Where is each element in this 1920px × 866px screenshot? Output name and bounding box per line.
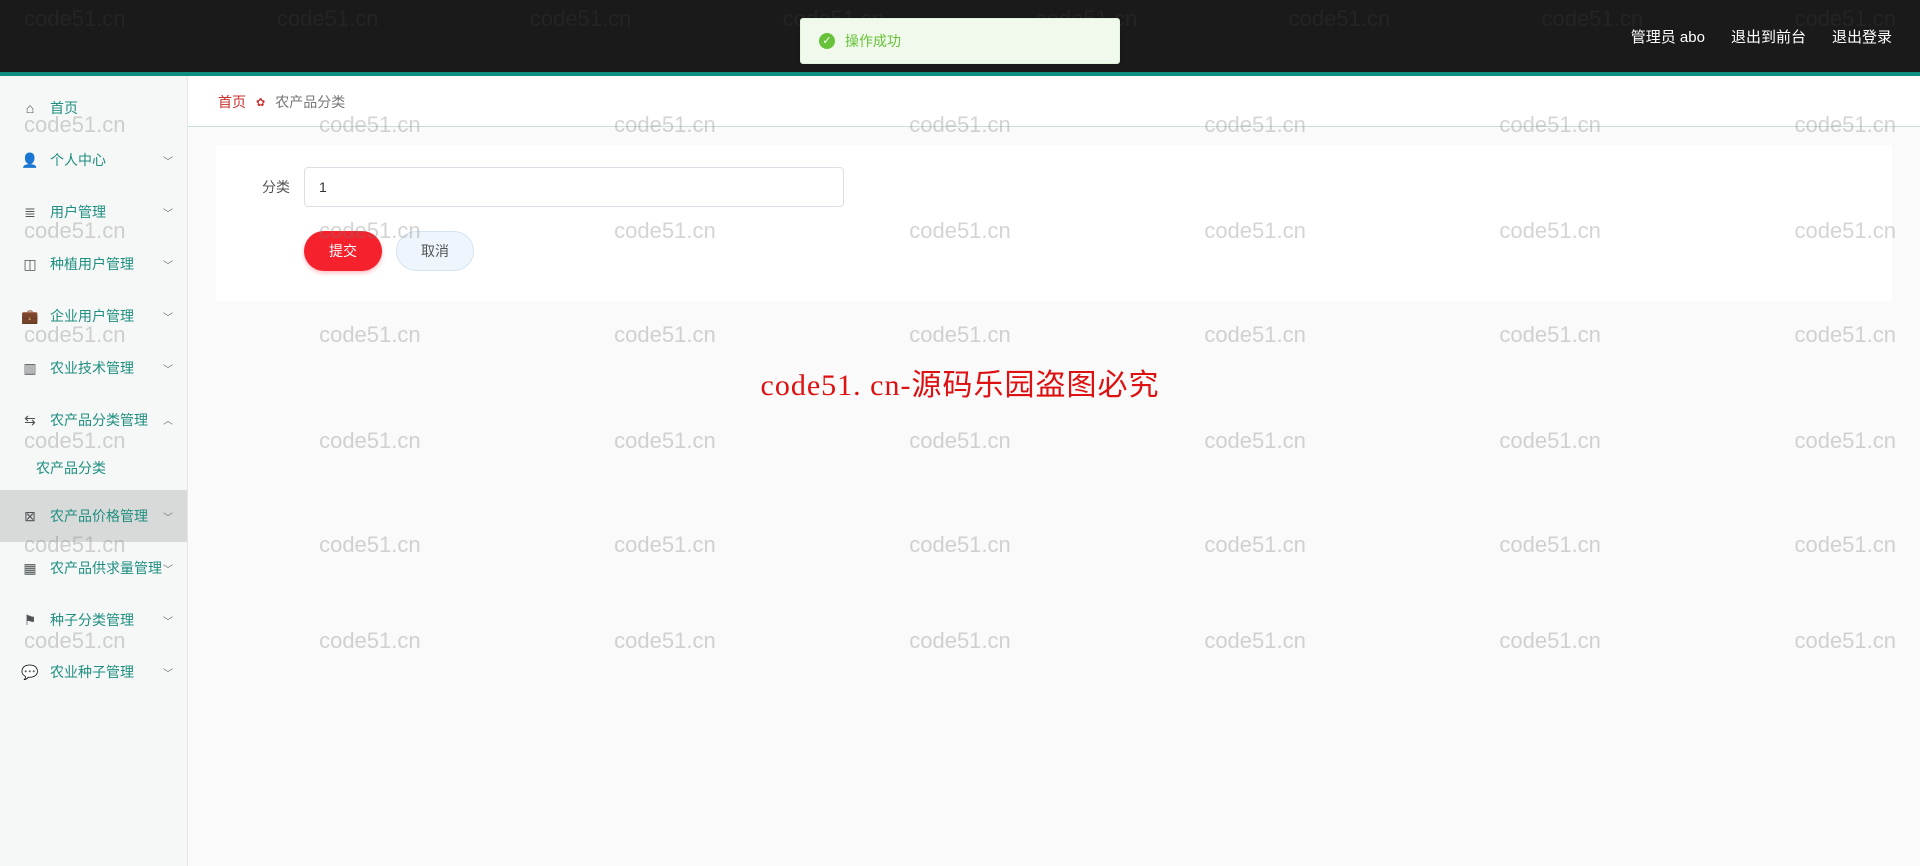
comment-icon: 💬 <box>22 664 38 681</box>
chevron-down-icon: ﹀ <box>163 361 173 376</box>
sidebar-item-1[interactable]: ≣ 用户管理﹀ <box>0 186 187 238</box>
topbar-user[interactable]: 管理员 abo <box>1631 26 1705 47</box>
chevron-down-icon: ﹀ <box>163 205 173 220</box>
submit-button[interactable]: 提交 <box>304 231 382 271</box>
breadcrumb-home[interactable]: 首页 <box>218 92 246 112</box>
cancel-button[interactable]: 取消 <box>396 231 474 271</box>
flag-icon: ⚑ <box>22 612 38 629</box>
sidebar-item-label: 农产品供求量管理 <box>50 558 163 578</box>
home-icon: ⌂ <box>22 100 38 116</box>
sidebar-item-label: 种植用户管理 <box>50 254 163 274</box>
briefcase-icon: 💼 <box>22 308 38 325</box>
submenu-item-5-0[interactable]: 农产品分类 <box>0 446 187 490</box>
chevron-down-icon: ﹀ <box>163 309 173 324</box>
chevron-down-icon: ﹀ <box>163 257 173 272</box>
breadcrumb-separator-icon: ✿ <box>256 96 265 109</box>
sidebar-item-home[interactable]: ⌂ 首页 <box>0 82 187 134</box>
sidebar-item-label: 农业种子管理 <box>50 662 163 682</box>
sidebar-item-label: 个人中心 <box>50 150 163 170</box>
sidebar-item-5[interactable]: ⇆ 农产品分类管理﹀ <box>0 394 187 446</box>
chevron-down-icon: ﹀ <box>163 665 173 680</box>
sidebar-item-label: 种子分类管理 <box>50 610 163 630</box>
sidebar-item-label: 农产品分类管理 <box>50 410 163 430</box>
chevron-down-icon: ﹀ <box>163 153 173 168</box>
breadcrumb: 首页 ✿ 农产品分类 <box>188 76 1920 127</box>
sidebar-item-4[interactable]: ▥ 农业技术管理﹀ <box>0 342 187 394</box>
chevron-down-icon: ﹀ <box>163 561 173 576</box>
sidebar-item-label: 首页 <box>50 98 173 118</box>
form-card: 分类 提交 取消 <box>216 145 1892 301</box>
close-sq-icon: ⊠ <box>22 508 38 525</box>
topbar-to-front[interactable]: 退出到前台 <box>1731 26 1806 47</box>
sidebar-item-3[interactable]: 💼 企业用户管理﹀ <box>0 290 187 342</box>
form-row-category: 分类 <box>242 167 1866 207</box>
sliders-icon: ⇆ <box>22 412 38 429</box>
category-label: 分类 <box>242 177 290 197</box>
sidebar-item-label: 企业用户管理 <box>50 306 163 326</box>
bars-icon: ▥ <box>22 360 38 377</box>
sidebar-item-8[interactable]: ⚑ 种子分类管理﹀ <box>0 594 187 646</box>
list-icon: ≣ <box>22 204 38 221</box>
topbar-logout[interactable]: 退出登录 <box>1832 26 1892 47</box>
chart-icon: ◫ <box>22 256 38 273</box>
submenu-5: 农产品分类 <box>0 446 187 490</box>
chevron-down-icon: ﹀ <box>163 613 173 628</box>
sidebar: ⌂ 首页 👤个人中心﹀≣用户管理﹀◫种植用户管理﹀💼企业用户管理﹀▥农业技术管理… <box>0 76 188 866</box>
sidebar-item-9[interactable]: 💬 农业种子管理﹀ <box>0 646 187 698</box>
grid-icon: ▦ <box>22 560 38 577</box>
sidebar-item-2[interactable]: ◫ 种植用户管理﹀ <box>0 238 187 290</box>
form-actions: 提交 取消 <box>242 231 1866 271</box>
sidebar-item-label: 农业技术管理 <box>50 358 163 378</box>
sidebar-item-6[interactable]: ⊠ 农产品价格管理﹀ <box>0 490 187 542</box>
chevron-down-icon: ﹀ <box>163 413 173 428</box>
sidebar-item-7[interactable]: ▦ 农产品供求量管理﹀ <box>0 542 187 594</box>
toast-message: 操作成功 <box>845 31 901 51</box>
sidebar-item-label: 农产品价格管理 <box>50 506 163 526</box>
sidebar-item-label: 用户管理 <box>50 202 163 222</box>
sidebar-item-0[interactable]: 👤 个人中心﹀ <box>0 134 187 186</box>
breadcrumb-current: 农产品分类 <box>275 92 345 112</box>
chevron-down-icon: ﹀ <box>163 509 173 524</box>
success-toast: ✓ 操作成功 <box>800 18 1120 64</box>
user-icon: 👤 <box>22 152 38 169</box>
main-content: 首页 ✿ 农产品分类 分类 提交 取消 <box>188 76 1920 866</box>
category-input[interactable] <box>304 167 844 207</box>
check-circle-icon: ✓ <box>819 33 835 49</box>
